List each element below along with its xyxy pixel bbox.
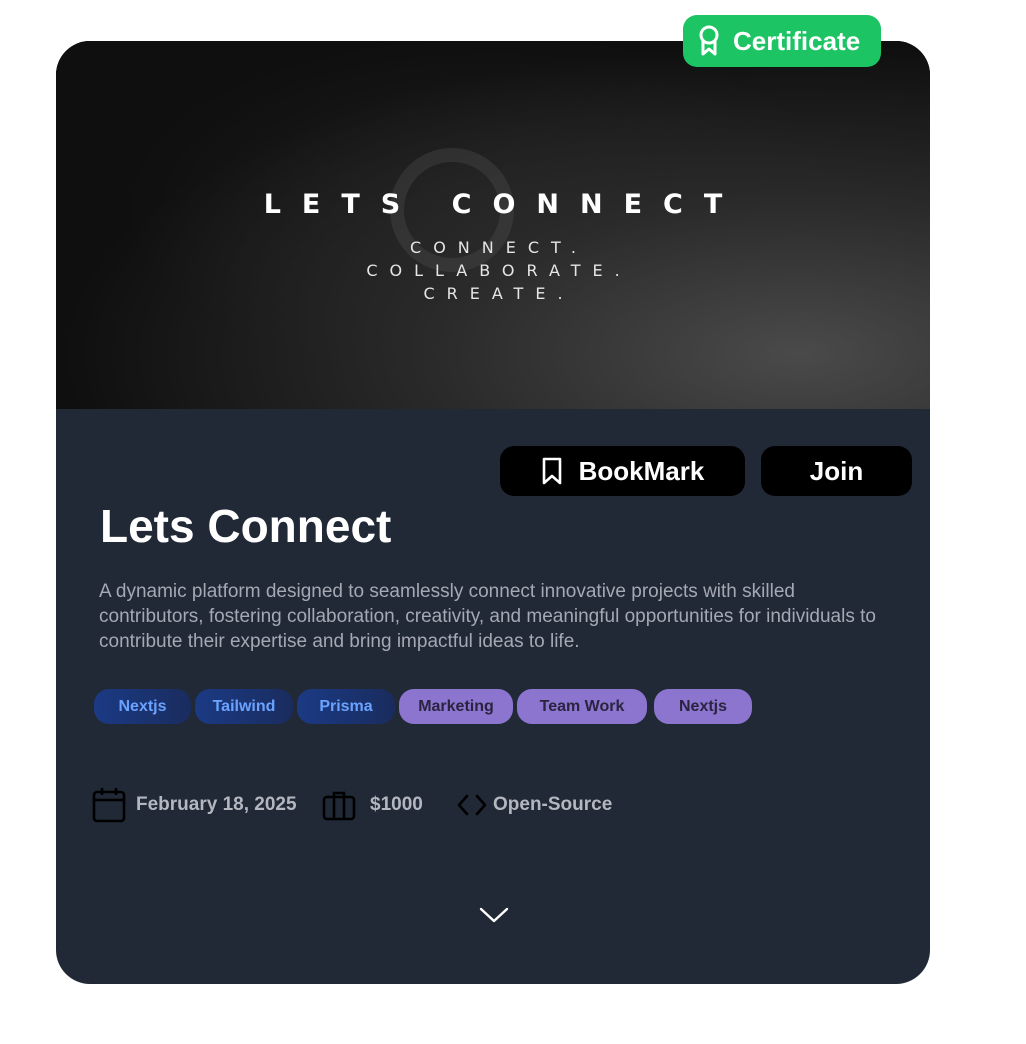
calendar-icon xyxy=(92,787,126,823)
meta-date-value: February 18, 2025 xyxy=(136,794,297,815)
certificate-badge[interactable]: Certificate xyxy=(683,15,881,67)
tag-chip-label: Tailwind xyxy=(212,697,276,715)
meta-type-value: Open-Source xyxy=(493,794,613,815)
tag-chip-label: Nextjs xyxy=(678,697,728,715)
banner-tagline-line: CREATE. xyxy=(423,284,575,303)
meta-prize-value: $1000 xyxy=(370,794,423,815)
expand-button[interactable] xyxy=(478,904,510,926)
tag-chip[interactable]: Prisma xyxy=(297,689,395,724)
tag-chip[interactable]: Marketing xyxy=(399,689,513,724)
tag-chip[interactable]: Nextjs xyxy=(654,689,752,724)
bookmark-button[interactable]: BookMark xyxy=(500,446,745,496)
bookmark-button-label: BookMark xyxy=(578,455,705,486)
join-button-label: Join xyxy=(809,455,864,486)
meta-type: Open-Source xyxy=(457,787,612,823)
tag-chip-label: Team Work xyxy=(539,697,625,715)
meta-prize: $1000 xyxy=(322,787,423,823)
tag-chip[interactable]: Tailwind xyxy=(195,689,293,724)
chevron-down-icon xyxy=(479,907,509,923)
tag-chip[interactable]: Nextjs xyxy=(94,689,191,724)
banner-title: LETS CONNECT xyxy=(263,189,744,220)
project-title: Lets Connect xyxy=(100,500,392,552)
tag-chip-label: Marketing xyxy=(418,697,494,715)
certificate-label: Certificate xyxy=(733,25,861,56)
award-ribbon-icon xyxy=(697,25,721,57)
banner-tagline-line: CONNECT. xyxy=(410,238,588,257)
briefcase-icon xyxy=(322,789,356,821)
code-brackets-icon xyxy=(457,793,487,817)
project-card: LETS CONNECT CONNECT. COLLABORATE. CREAT… xyxy=(56,41,930,984)
meta-date: February 18, 2025 xyxy=(92,787,297,823)
project-banner-image: LETS CONNECT CONNECT. COLLABORATE. CREAT… xyxy=(56,41,930,409)
tag-chip[interactable]: Team Work xyxy=(517,689,647,724)
bookmark-icon xyxy=(541,457,563,485)
banner-tagline-line: COLLABORATE. xyxy=(366,261,632,280)
project-description: A dynamic platform designed to seamlessl… xyxy=(99,581,876,652)
tag-chip-label: Prisma xyxy=(319,697,373,715)
tag-chip-label: Nextjs xyxy=(118,697,167,715)
join-button[interactable]: Join xyxy=(761,446,912,496)
